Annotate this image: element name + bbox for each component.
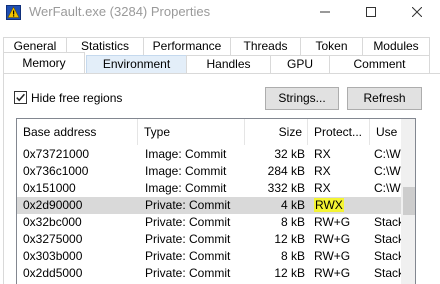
tab-memory[interactable]: Memory: [3, 52, 85, 73]
table-row[interactable]: 0x151000 Image: Commit 332 kB RX C:\W: [17, 180, 401, 197]
werfault-app-icon: [6, 5, 21, 20]
title-bar: WerFault.exe (3284) Properties: [0, 0, 440, 26]
hide-free-regions-label[interactable]: Hide free regions: [31, 91, 122, 105]
cell-base-address: 0x2dd5000: [23, 266, 83, 280]
cell-base-address: 0x151000: [23, 181, 76, 195]
column-header-size[interactable]: Size: [245, 119, 308, 145]
vertical-scrollbar[interactable]: [401, 119, 415, 284]
window-title: WerFault.exe (3284) Properties: [29, 4, 211, 19]
cell-protection: RWX: [314, 197, 370, 214]
column-header-type[interactable]: Type: [138, 119, 245, 145]
cell-use: Stack: [374, 249, 401, 263]
table-row[interactable]: 0x736c1000 Image: Commit 284 kB RX C:\W: [17, 163, 401, 180]
cell-base-address: 0x2d90000: [23, 198, 83, 212]
cell-size: 284 kB: [267, 164, 305, 178]
cell-size: 8 kB: [280, 215, 305, 229]
tab-environment[interactable]: Environment: [86, 55, 187, 73]
cell-use: C:\W: [374, 164, 401, 178]
table-row[interactable]: 0x2dd5000 Private: Commit 12 kB RW+G Sta…: [17, 265, 401, 282]
tab-token[interactable]: Token: [300, 37, 363, 55]
cell-protection: RX: [314, 164, 331, 178]
cell-base-address: 0x3275000: [23, 232, 83, 246]
cell-size: 32 kB: [274, 147, 305, 161]
tab-handles[interactable]: Handles: [186, 55, 271, 73]
cell-size: 8 kB: [280, 249, 305, 263]
cell-size: 332 kB: [267, 181, 305, 195]
cell-size: 12 kB: [274, 266, 305, 280]
cell-use: Stack: [374, 266, 401, 280]
refresh-button[interactable]: Refresh: [347, 87, 422, 110]
cell-protection: RW+G: [314, 249, 351, 263]
maximize-icon: [366, 6, 376, 20]
cell-protection: RW+G: [314, 266, 351, 280]
checkmark-icon: [16, 93, 25, 102]
cell-protection: RW+G: [314, 215, 351, 229]
cell-protection: RW+G: [314, 232, 351, 246]
list-header: Base address Type Size Protect... Use: [17, 119, 401, 145]
close-icon: [411, 6, 423, 20]
table-row-selected[interactable]: 0x2d90000 Private: Commit 4 kB RWX: [17, 197, 401, 214]
tab-threads[interactable]: Threads: [230, 37, 301, 55]
maximize-button[interactable]: [348, 0, 394, 26]
table-row[interactable]: 0x32bc000 Private: Commit 8 kB RW+G Stac…: [17, 214, 401, 231]
column-header-use[interactable]: Use: [370, 119, 401, 145]
table-row[interactable]: 0x73721000 Image: Commit 32 kB RX C:\W: [17, 146, 401, 163]
cell-base-address: 0x73721000: [23, 147, 90, 161]
minimize-button[interactable]: [302, 0, 348, 26]
memory-list[interactable]: Base address Type Size Protect... Use 0x…: [16, 118, 416, 284]
cell-use: C:\W: [374, 181, 401, 195]
strings-button[interactable]: Strings...: [265, 87, 339, 110]
hide-free-regions-checkbox[interactable]: [14, 91, 27, 104]
tab-modules[interactable]: Modules: [362, 37, 430, 55]
table-row[interactable]: 0x3275000 Private: Commit 12 kB RW+G Sta…: [17, 231, 401, 248]
cell-use: C:\W: [374, 147, 401, 161]
protection-highlight: RWX: [314, 198, 344, 212]
tab-performance[interactable]: Performance: [143, 37, 231, 55]
cell-base-address: 0x303b000: [23, 249, 83, 263]
cell-use: Stack: [374, 215, 401, 229]
cell-size: 4 kB: [280, 198, 305, 212]
cell-size: 12 kB: [274, 232, 305, 246]
column-header-protection[interactable]: Protect...: [308, 119, 370, 145]
cell-use: [374, 197, 401, 214]
minimize-icon: [320, 6, 330, 20]
cell-base-address: 0x32bc000: [23, 215, 82, 229]
scrollbar-thumb[interactable]: [403, 187, 415, 215]
cell-protection: RX: [314, 181, 331, 195]
tab-gpu[interactable]: GPU: [270, 55, 330, 73]
column-header-base-address[interactable]: Base address: [17, 119, 138, 145]
cell-protection: RX: [314, 147, 331, 161]
close-button[interactable]: [394, 0, 440, 26]
tab-comment[interactable]: Comment: [329, 55, 430, 73]
table-row[interactable]: 0x303b000 Private: Commit 8 kB RW+G Stac…: [17, 248, 401, 265]
cell-base-address: 0x736c1000: [23, 164, 89, 178]
cell-use: Stack: [374, 232, 401, 246]
